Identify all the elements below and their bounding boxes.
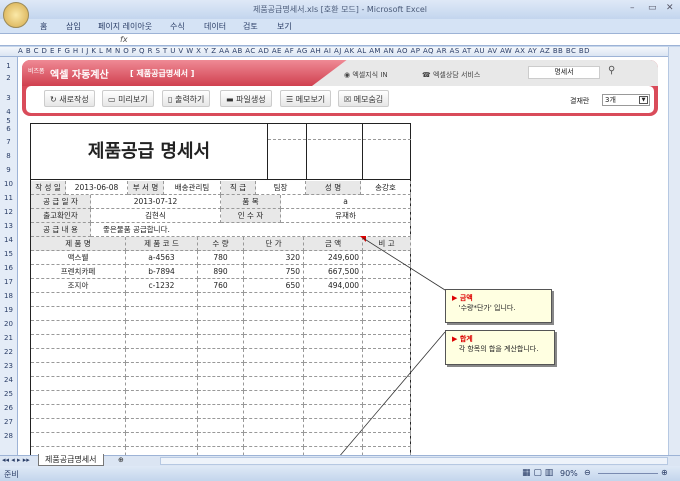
zoom-out-icon[interactable]: ⊖ — [584, 468, 591, 477]
sheet-tab-active[interactable]: 제품공급명세서 — [38, 454, 104, 466]
zoom-level[interactable]: 90% — [560, 469, 578, 478]
status-bar: 준비 ▦ ▢ ▥ 90% ⊖ ⊕ — [0, 466, 680, 481]
zoom-in-icon[interactable]: ⊕ — [661, 468, 668, 477]
comment-amount[interactable]: ▶ 금액 '수량*단가' 입니다. — [445, 289, 552, 323]
comment-title: 금액 — [459, 294, 473, 302]
comment-connectors — [337, 236, 446, 459]
status-ready: 준비 — [4, 470, 19, 479]
insert-sheet-icon[interactable]: ⊕ — [118, 456, 124, 464]
comment-title: 합계 — [459, 335, 473, 343]
zoom-slider[interactable] — [598, 473, 658, 474]
sheet-tab-bar: ◂◂ ◂ ▸ ▸▸ 제품공급명세서 ⊕ — [0, 454, 680, 466]
horizontal-scrollbar[interactable] — [160, 457, 668, 465]
comment-total[interactable]: ▶ 합계 각 항목의 합을 계산합니다. — [445, 330, 555, 365]
comment-text: 각 항목의 합을 계산합니다. — [458, 345, 539, 353]
comment-arrow — [362, 237, 446, 291]
view-buttons[interactable]: ▦ ▢ ▥ — [522, 468, 553, 478]
comment-arrow — [337, 331, 446, 459]
vertical-scrollbar[interactable] — [668, 47, 680, 455]
sheet-nav-buttons[interactable]: ◂◂ ◂ ▸ ▸▸ — [2, 456, 30, 464]
comment-text: '수량*단가' 입니다. — [458, 304, 516, 312]
